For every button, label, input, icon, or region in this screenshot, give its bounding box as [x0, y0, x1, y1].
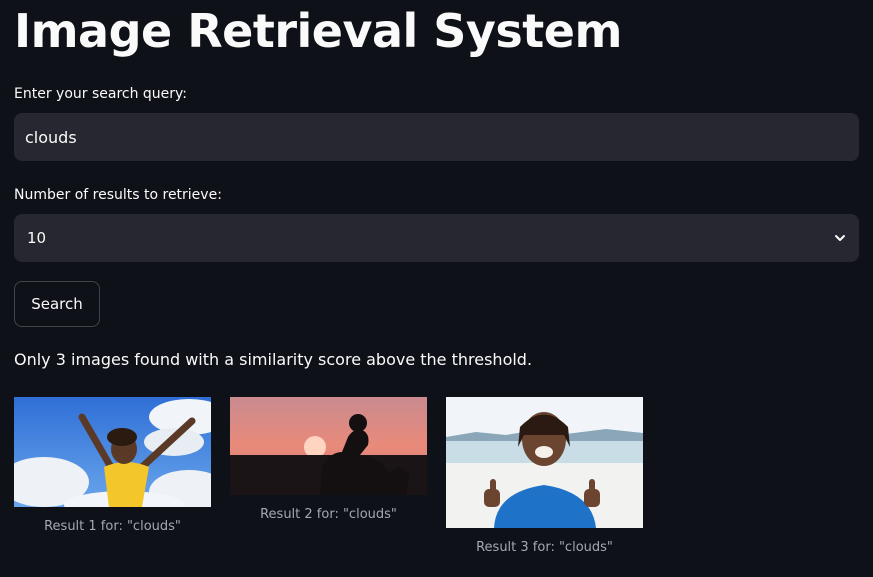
- status-message: Only 3 images found with a similarity sc…: [14, 350, 533, 369]
- app-root: Image Retrieval System Enter your search…: [0, 0, 873, 577]
- result-card-1: Result 1 for: "clouds": [14, 397, 211, 534]
- num-results-select[interactable]: 10: [14, 214, 859, 262]
- result-image-2[interactable]: [230, 397, 427, 495]
- result-caption-1: Result 1 for: "clouds": [44, 519, 181, 534]
- num-results-value: 10: [27, 229, 47, 247]
- result-caption-3: Result 3 for: "clouds": [476, 540, 613, 555]
- num-results-label: Number of results to retrieve:: [14, 187, 222, 203]
- page-title: Image Retrieval System: [14, 4, 622, 58]
- result-card-3: Result 3 for: "clouds": [446, 397, 643, 555]
- result-image-1[interactable]: [14, 397, 211, 507]
- query-label: Enter your search query:: [14, 86, 188, 102]
- result-image-3[interactable]: [446, 397, 643, 528]
- result-caption-2: Result 2 for: "clouds": [260, 507, 397, 522]
- search-button[interactable]: Search: [14, 281, 100, 327]
- result-card-2: Result 2 for: "clouds": [230, 397, 427, 522]
- chevron-down-icon: [833, 231, 847, 245]
- search-query-input[interactable]: [14, 113, 859, 161]
